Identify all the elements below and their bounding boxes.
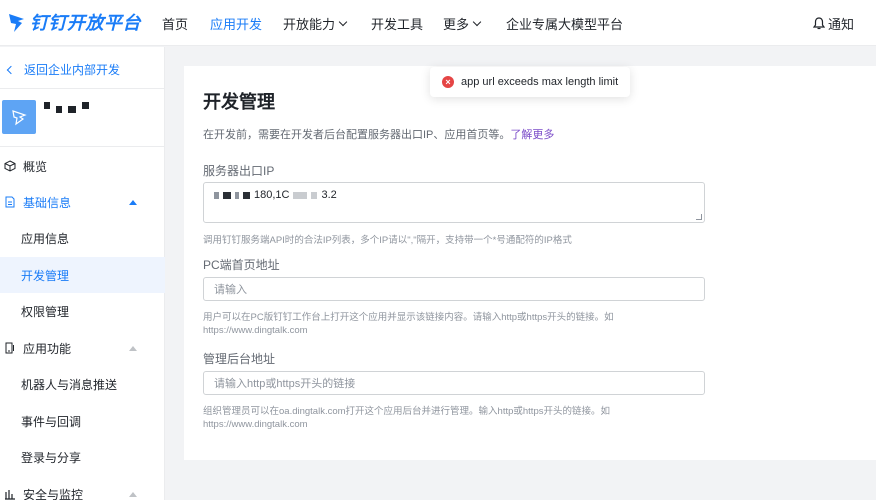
server-ip-textarea[interactable]: 180,1C 3.2 xyxy=(203,182,705,223)
admin-url-help-line1: 组织管理员可以在oa.dingtalk.com打开这个应用后台并进行管理。输入h… xyxy=(203,406,610,417)
nav-enterprise-llm[interactable]: 企业专属大模型平台 xyxy=(506,14,623,33)
toast-message: app url exceeds max length limit xyxy=(461,76,619,88)
nav-more[interactable]: 更多 xyxy=(443,14,482,33)
chevron-down-icon xyxy=(472,17,482,26)
chevron-down-icon xyxy=(338,17,348,26)
divider xyxy=(0,88,165,89)
pc-home-help-line1: 用户可以在PC版钉钉工作台上打开这个应用并显示该链接内容。请输入http或htt… xyxy=(203,312,614,323)
resize-handle[interactable] xyxy=(696,214,702,220)
sidebar-group-app-functions[interactable]: 应用功能 xyxy=(0,330,165,366)
sidebar-item-app-info[interactable]: 应用信息 xyxy=(0,220,165,256)
chevron-left-icon xyxy=(6,65,16,74)
app-logo-icon xyxy=(12,110,27,126)
caret-up-icon xyxy=(129,492,137,497)
nav-app-dev[interactable]: 应用开发 xyxy=(210,14,262,33)
nav-open-capability[interactable]: 开放能力 xyxy=(283,14,348,33)
app-avatar xyxy=(2,100,36,134)
page-title: 开发管理 xyxy=(203,92,275,112)
nav-home[interactable]: 首页 xyxy=(162,14,188,33)
notify-label: 通知 xyxy=(827,17,854,32)
sidebar-group-basic-info[interactable]: 基础信息 xyxy=(0,184,165,220)
pc-home-help-line2: https://www.dingtalk.com xyxy=(203,325,308,336)
bar-chart-icon xyxy=(5,490,15,500)
sidebar-group-security-monitoring[interactable]: 安全与监控 xyxy=(0,476,165,500)
dingtalk-logo[interactable]: 钉钉开放平台 xyxy=(8,8,141,36)
admin-url-input[interactable]: 请输入http或https开头的链接 xyxy=(203,371,705,395)
caret-up-icon xyxy=(129,346,137,351)
sidebar-item-overview[interactable]: 概览 xyxy=(0,148,165,184)
cube-icon xyxy=(4,160,16,172)
error-icon: × xyxy=(442,76,454,88)
server-ip-help: 调用钉钉服务端API时的合法IP列表，多个IP请以","隔开，支持带一个*号通配… xyxy=(203,235,572,246)
admin-url-label: 管理后台地址 xyxy=(203,352,276,366)
app-function-icon xyxy=(5,342,14,354)
document-icon xyxy=(5,196,15,208)
sidebar-item-dev-management[interactable]: 开发管理 xyxy=(0,257,165,293)
server-ip-label: 服务器出口IP xyxy=(203,164,275,178)
pc-home-label: PC端首页地址 xyxy=(203,258,280,272)
notification-button[interactable]: 通知 xyxy=(812,14,854,33)
learn-more-link[interactable]: 了解更多 xyxy=(510,129,554,141)
pc-home-input[interactable]: 请输入 xyxy=(203,277,705,301)
dingtalk-logo-icon xyxy=(9,14,24,32)
bell-icon xyxy=(812,17,825,30)
error-toast: × app url exceeds max length limit xyxy=(430,67,630,97)
page-description: 在开发前，需要在开发者后台配置服务器出口IP、应用首页等。了解更多 xyxy=(203,129,555,141)
caret-up-icon xyxy=(129,200,137,205)
sidebar-item-permission[interactable]: 权限管理 xyxy=(0,293,165,329)
sidebar-item-events-callbacks[interactable]: 事件与回调 xyxy=(0,403,165,439)
app-name-redacted xyxy=(44,102,89,113)
server-ip-value: 180,1C 3.2 xyxy=(214,189,337,201)
sidebar: 返回企业内部开发 概览 基础信息 应用信息 开发管理 权限管理 应用功能 机器人… xyxy=(0,47,165,500)
top-nav: 钉钉开放平台 首页 应用开发 开放能力 开发工具 更多 企业专属大模型平台 通知 xyxy=(0,0,876,46)
divider xyxy=(0,146,165,147)
sidebar-item-login-share[interactable]: 登录与分享 xyxy=(0,439,165,475)
admin-url-help-line2: https://www.dingtalk.com xyxy=(203,419,308,430)
nav-dev-tools[interactable]: 开发工具 xyxy=(371,14,423,33)
back-to-internal-dev-link[interactable]: 返回企业内部开发 xyxy=(6,61,120,78)
logo-text: 钉钉开放平台 xyxy=(30,13,141,33)
sidebar-item-robot-messages[interactable]: 机器人与消息推送 xyxy=(0,366,165,402)
dev-management-card: 开发管理 在开发前，需要在开发者后台配置服务器出口IP、应用首页等。了解更多 服… xyxy=(184,66,876,460)
